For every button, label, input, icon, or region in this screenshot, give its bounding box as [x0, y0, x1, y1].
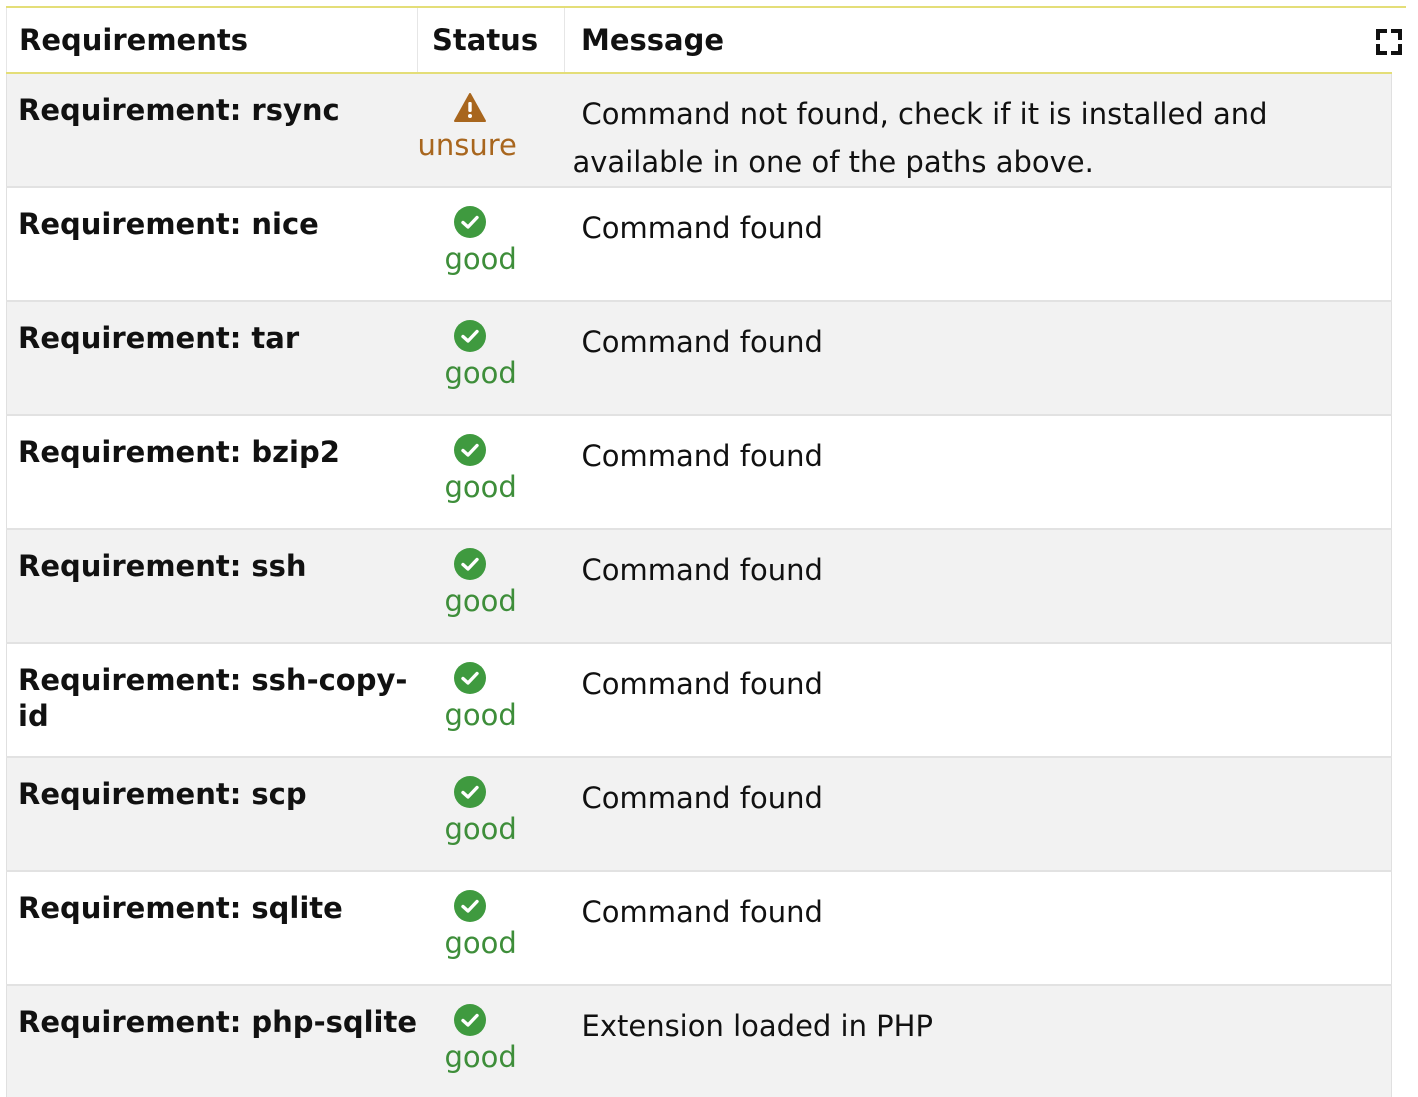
check-circle-icon	[453, 548, 486, 580]
table-row: Requirement: ssh-copy-id good Command foun…	[6, 643, 1392, 758]
check-circle-icon	[453, 662, 486, 694]
table-row: Requirement: scp good Command found	[6, 757, 1392, 872]
requirement-name: Requirement: ssh-copy-id	[6, 643, 418, 758]
requirement-name: Requirement: nice	[6, 187, 418, 302]
status-label: good	[444, 926, 517, 960]
requirements-panel: Requirements Status Message Requirement:…	[0, 0, 1418, 1097]
status-label: good	[444, 470, 517, 504]
status-label: good	[444, 1040, 517, 1074]
status-cell: unsure	[417, 73, 565, 188]
table-row: Requirement: php-sqlite good Extension loa…	[6, 985, 1392, 1097]
table-row: Requirement: ssh good Command found	[6, 529, 1392, 644]
status-message-cell: Command found	[564, 871, 1392, 986]
status-label: good	[444, 242, 517, 276]
fullscreen-expand-button[interactable]	[1374, 27, 1404, 57]
status-cell: good	[417, 985, 565, 1097]
requirement-name: Requirement: rsync	[6, 73, 418, 188]
status-message-cell: Command found	[564, 757, 1392, 872]
header-status: Status	[417, 8, 565, 74]
status-message-cell: Command found	[564, 415, 1392, 530]
table-row: Requirement: tar good Command found	[6, 301, 1392, 416]
status-message: Command found	[581, 895, 823, 929]
table-row: Requirement: rsync unsure Command not foun…	[6, 73, 1392, 188]
status-label: unsure	[417, 128, 517, 162]
check-circle-icon	[453, 206, 486, 238]
requirement-name: Requirement: php-sqlite	[6, 985, 418, 1097]
status-message: Extension loaded in PHP	[581, 1009, 933, 1043]
status-message: Command not found, check if it is instal…	[572, 97, 1268, 179]
status-message-cell: Command not found, check if it is instal…	[564, 73, 1392, 188]
status-cell: good	[417, 643, 565, 758]
check-circle-icon	[453, 434, 486, 466]
table-row: Requirement: bzip2 good Command found	[6, 415, 1392, 530]
status-label: good	[444, 698, 517, 732]
requirement-name: Requirement: sqlite	[6, 871, 418, 986]
requirement-name: Requirement: ssh	[6, 529, 418, 644]
status-message-cell: Command found	[564, 529, 1392, 644]
check-circle-icon	[453, 890, 486, 922]
header-message: Message	[564, 8, 1392, 74]
status-message-cell: Command found	[564, 187, 1392, 302]
status-cell: good	[417, 187, 565, 302]
status-message: Command found	[581, 553, 823, 587]
table-row: Requirement: nice good Command found	[6, 187, 1392, 302]
requirement-name: Requirement: tar	[6, 301, 418, 416]
status-message: Command found	[581, 325, 823, 359]
requirements-table: Requirements Status Message Requirement:…	[6, 8, 1392, 1097]
status-label: good	[444, 812, 517, 846]
requirement-name: Requirement: scp	[6, 757, 418, 872]
status-message-cell: Command found	[564, 643, 1392, 758]
status-cell: good	[417, 757, 565, 872]
header-requirements: Requirements	[6, 8, 418, 74]
status-cell: good	[417, 415, 565, 530]
status-cell: good	[417, 301, 565, 416]
status-message: Command found	[581, 667, 823, 701]
table-header-row: Requirements Status Message	[6, 8, 1392, 74]
warning-triangle-icon	[453, 93, 486, 122]
status-message: Command found	[581, 439, 823, 473]
check-circle-icon	[453, 320, 486, 352]
status-cell: good	[417, 871, 565, 986]
status-message: Command found	[581, 781, 823, 815]
status-cell: good	[417, 529, 565, 644]
status-message: Command found	[581, 211, 823, 245]
status-label: good	[444, 356, 517, 390]
status-message-cell: Command found	[564, 301, 1392, 416]
check-circle-icon	[453, 1004, 486, 1036]
status-message-cell: Extension loaded in PHP	[564, 985, 1392, 1097]
check-circle-icon	[453, 776, 486, 808]
table-row: Requirement: sqlite good Command found	[6, 871, 1392, 986]
fullscreen-expand-icon	[1376, 29, 1402, 55]
requirement-name: Requirement: bzip2	[6, 415, 418, 530]
status-label: good	[444, 584, 517, 618]
